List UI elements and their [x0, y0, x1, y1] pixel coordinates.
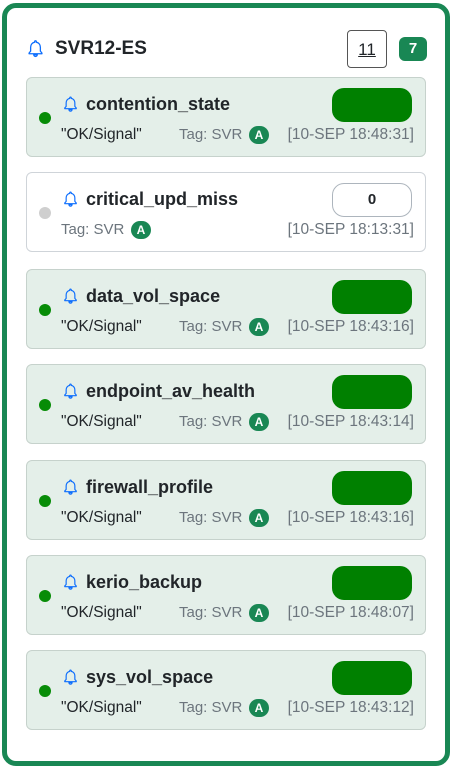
check-card[interactable]: sys_vol_space "OK/Signal" Tag: SVR A [10-SEP… [26, 650, 426, 730]
ok-count-badge: 7 [399, 37, 427, 61]
check-card[interactable]: kerio_backup "OK/Signal" Tag: SVR A [10-SEP … [26, 555, 426, 635]
page-title: SVR12-ES [55, 38, 147, 59]
check-name: critical_upd_miss [86, 189, 239, 209]
tag-badge: A [249, 413, 269, 431]
check-tag: Tag: SVR [179, 699, 243, 716]
alert-count-link[interactable]: 11 [347, 30, 387, 68]
check-value: "OK/Signal" [61, 413, 142, 430]
bell-icon[interactable] [62, 190, 79, 208]
status-dot [39, 112, 51, 124]
check-card[interactable]: critical_upd_miss 0 Tag: SVR A [10-SEP 18:13… [26, 172, 426, 252]
tag-badge: A [249, 604, 269, 622]
status-dot [39, 495, 51, 507]
status-pill[interactable] [332, 471, 412, 505]
status-pill[interactable] [332, 661, 412, 695]
status-pill[interactable] [332, 375, 412, 409]
bell-icon[interactable] [62, 287, 79, 305]
check-timestamp: [10-SEP 18:43:16] [287, 318, 414, 335]
check-tag: Tag: SVR [179, 604, 243, 621]
tag-badge: A [249, 699, 269, 717]
bell-icon[interactable] [62, 95, 79, 113]
check-name: contention_state [86, 94, 231, 114]
check-name: data_vol_space [86, 286, 221, 306]
status-dot [39, 590, 51, 602]
check-name: kerio_backup [86, 572, 203, 592]
check-name: endpoint_av_health [86, 381, 256, 401]
bell-icon[interactable] [62, 382, 79, 400]
check-timestamp: [10-SEP 18:43:16] [287, 509, 414, 526]
tag-badge: A [249, 509, 269, 527]
status-pill[interactable] [332, 88, 412, 122]
check-card[interactable]: firewall_profile "OK/Signal" Tag: SVR A [10-… [26, 460, 426, 540]
check-name: firewall_profile [86, 477, 214, 497]
check-timestamp: [10-SEP 18:43:14] [287, 413, 414, 430]
bell-icon[interactable] [26, 39, 45, 58]
check-value: "OK/Signal" [61, 699, 142, 716]
tag-badge: A [131, 221, 151, 239]
check-card[interactable]: endpoint_av_health "OK/Signal" Tag: SVR A [1… [26, 364, 426, 444]
tag-badge: A [249, 126, 269, 144]
check-timestamp: [10-SEP 18:48:31] [287, 126, 414, 143]
check-value: "OK/Signal" [61, 318, 142, 335]
tag-badge: A [249, 318, 269, 336]
check-value: "OK/Signal" [61, 604, 142, 621]
check-tag: Tag: SVR [179, 318, 243, 335]
bell-icon[interactable] [62, 573, 79, 591]
status-dot [39, 399, 51, 411]
check-timestamp: [10-SEP 18:43:12] [287, 699, 414, 716]
status-dot [39, 207, 51, 219]
status-dot [39, 685, 51, 697]
check-meta: "OK/Signal" Tag: SVR A [10-SEP 18:48:31] [27, 126, 427, 146]
check-timestamp: [10-SEP 18:48:07] [287, 604, 414, 621]
check-meta: "OK/Signal" Tag: SVR A [10-SEP 18:43:16] [27, 509, 427, 529]
check-meta: "OK/Signal" Tag: SVR A [10-SEP 18:43:12] [27, 699, 427, 719]
check-meta: "OK/Signal" Tag: SVR A [10-SEP 18:43:16] [27, 318, 427, 338]
status-dot [39, 304, 51, 316]
status-pill[interactable]: 0 [332, 183, 412, 217]
check-card[interactable]: contention_state "OK/Signal" Tag: SVR A [10-… [26, 77, 426, 157]
bell-icon[interactable] [62, 668, 79, 686]
check-tag: Tag: SVR [179, 509, 243, 526]
bell-icon[interactable] [62, 478, 79, 496]
check-meta: "OK/Signal" Tag: SVR A [10-SEP 18:43:14] [27, 413, 427, 433]
check-timestamp: [10-SEP 18:13:31] [287, 221, 414, 238]
check-tag: Tag: SVR [61, 221, 125, 238]
check-name: sys_vol_space [86, 667, 214, 687]
check-meta: Tag: SVR A [10-SEP 18:13:31] [27, 221, 427, 241]
check-meta: "OK/Signal" Tag: SVR A [10-SEP 18:48:07] [27, 604, 427, 624]
status-pill[interactable] [332, 566, 412, 600]
check-tag: Tag: SVR [179, 413, 243, 430]
status-pill[interactable] [332, 280, 412, 314]
check-tag: Tag: SVR [179, 126, 243, 143]
panel-header: SVR12-ES 11 7 [7, 8, 445, 78]
check-value: "OK/Signal" [61, 126, 142, 143]
check-value: "OK/Signal" [61, 509, 142, 526]
check-card[interactable]: data_vol_space "OK/Signal" Tag: SVR A [10-SE… [26, 269, 426, 349]
